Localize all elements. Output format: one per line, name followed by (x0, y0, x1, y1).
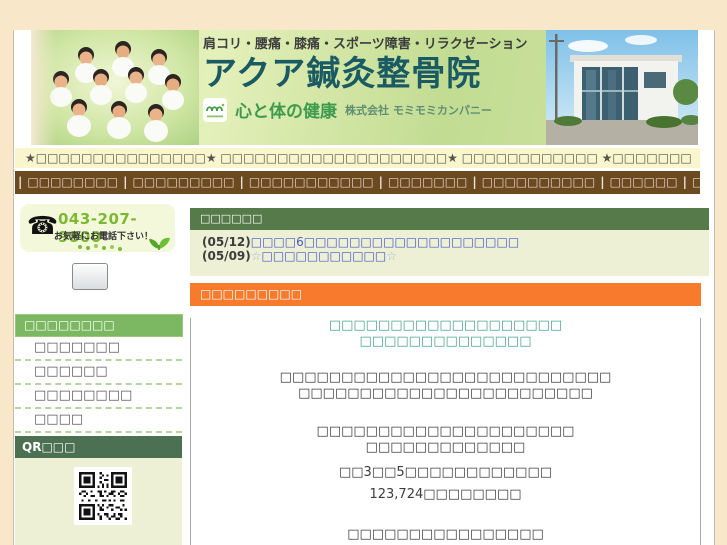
menu-header: □□□□□□□□ (15, 314, 183, 337)
nav-item-6[interactable]: □□□□□□ (608, 175, 680, 189)
nav-item-5[interactable]: □□□□□□□□□□ (480, 175, 597, 189)
intro-text-line: □□□□□□□□□□□□□□ (359, 334, 532, 349)
nav-item-7[interactable]: □□□□ (690, 175, 700, 189)
star-icon: ☆ (250, 249, 262, 263)
section-header: □□□□□□□□□ (190, 283, 701, 306)
clinic-building-photo (546, 30, 698, 145)
star-icon: ☆ (386, 249, 397, 263)
news-link[interactable]: □□□□6□□□□□□□□□□□□□□□□□□□ (251, 235, 519, 249)
intro-text-line: □□□□□□□□□□□□□□□□□□□ (328, 318, 563, 333)
news-date: (05/12) (202, 235, 251, 249)
nav-separator: | (18, 175, 23, 189)
site-title: アクア鍼灸整骨院 (203, 54, 482, 94)
nav-item-1[interactable]: □□□□□□□□ (25, 175, 120, 189)
menu-item-1[interactable]: □□□□□□□ (15, 337, 182, 361)
staff-photo (31, 30, 199, 145)
body-text-line: □□□□□□□□□□□□□□□□□□□□□ (316, 424, 575, 439)
header-banner: 肩コリ・腰痛・膝痛・スポーツ障害・リラクゼーション アクア鍼灸整骨院 心と体の健… (31, 30, 698, 145)
qr-section-header: QR□□□ (15, 436, 182, 458)
news-header: □□□□□□ (190, 208, 709, 230)
menu-item-2[interactable]: □□□□□□ (15, 361, 182, 385)
news-link[interactable]: □□□□□□□□□□□ (262, 249, 387, 263)
body-text-line: □□□□□□□□□□□□□ (365, 440, 526, 455)
nav-separator: | (682, 175, 687, 189)
sidebar: ☎ 043-207-9800 お気軽にお電話下さい！ □□□□□□□□ □□□□… (15, 202, 185, 545)
body-text-line: □□□□□□□□□□□□□□□□□□□□□□□□□□□ (279, 370, 612, 385)
momimomi-logo-icon (203, 97, 227, 122)
qr-section-body (15, 458, 182, 545)
body-text-line: □□3□□5□□□□□□□□□□□□ (338, 465, 553, 480)
nav-separator: | (123, 175, 128, 189)
small-button[interactable] (72, 263, 108, 290)
content-box: □□□□□□□□□□□□□□□□□□□ □□□□□□□□□□□□□□ □□□□□… (190, 318, 701, 545)
notice-ticker: ★□□□□□□□□□□□□□□□★ □□□□□□□□□□□□□□□□□□□□★ … (15, 148, 700, 168)
header-text-block: 肩コリ・腰痛・膝痛・スポーツ障害・リラクゼーション アクア鍼灸整骨院 心と体の健… (203, 30, 563, 122)
menu-item-4[interactable]: □□□□ (15, 409, 182, 433)
sidebar-menu: □□□□□□□□ □□□□□□□ □□□□□□ □□□□□□□□ □□□□ (15, 314, 185, 433)
news-item: (05/12)□□□□6□□□□□□□□□□□□□□□□□□□ (202, 235, 709, 249)
dots-decoration (78, 245, 82, 249)
nav-item-2[interactable]: □□□□□□□□□ (130, 175, 236, 189)
site-wrapper: 肩コリ・腰痛・膝痛・スポーツ障害・リラクゼーション アクア鍼灸整骨院 心と体の健… (13, 30, 715, 545)
nav-separator: | (378, 175, 384, 189)
news-item: (05/09)☆□□□□□□□□□□□☆ (202, 249, 709, 263)
news-list: (05/12)□□□□6□□□□□□□□□□□□□□□□□□□ (05/09)☆… (190, 230, 709, 276)
qr-code (79, 472, 127, 520)
nav-separator: | (472, 175, 477, 189)
menu-item-3[interactable]: □□□□□□□□ (15, 385, 182, 409)
body-text-line: □□□□□□□□□□□□□□□□□□□□□□□□ (298, 386, 593, 401)
sprout-icon (149, 237, 170, 250)
nav-item-3[interactable]: □□□□□□□□□□□ (247, 175, 376, 189)
header-company: 株式会社 モミモミカンパニー (345, 103, 492, 117)
header-subtitle: 心と体の健康 (235, 102, 337, 122)
nav-separator: | (600, 175, 605, 189)
visitor-count-line: 123,724□□□□□□□□ (369, 487, 522, 502)
main-nav: | □□□□□□□□ | □□□□□□□□□ | □□□□□□□□□□□ | □□□□□□□ |… (15, 171, 700, 194)
phone-caption: お気軽にお電話下さい！ (54, 232, 154, 242)
nav-separator: | (239, 175, 244, 189)
nav-item-4[interactable]: □□□□□□□ (386, 175, 469, 189)
phone-banner: ☎ 043-207-9800 お気軽にお電話下さい！ (20, 204, 175, 252)
news-date: (05/09) (202, 249, 251, 263)
body-text-line: □□□□□□□□□□□□□□□□ (347, 527, 544, 542)
header-tagline: 肩コリ・腰痛・膝痛・スポーツ障害・リラクゼーション (203, 37, 528, 52)
main-column: □□□□□□ (05/12)□□□□6□□□□□□□□□□□□□□□□□□□ (… (190, 208, 710, 545)
